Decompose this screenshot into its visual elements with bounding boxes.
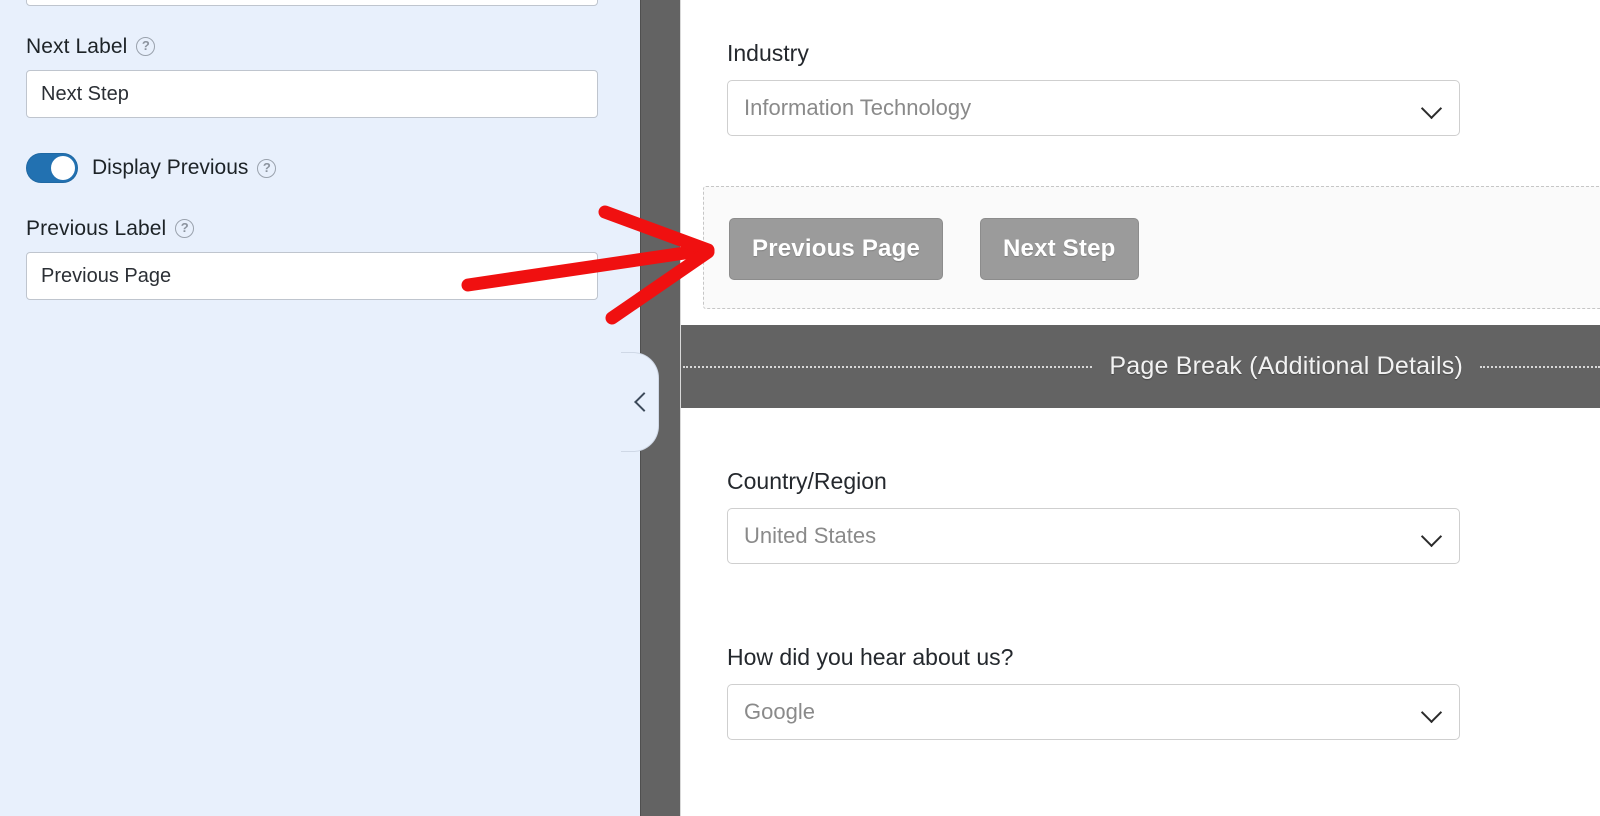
help-circle-icon[interactable]: ? — [136, 37, 156, 57]
next-label-field-group: Next Label ? — [26, 34, 598, 119]
page-break-divider[interactable]: Page Break (Additional Details) — [681, 325, 1600, 408]
help-circle-icon[interactable]: ? — [257, 158, 277, 178]
form-preview-canvas-lower: Country/Region United States How did you… — [681, 408, 1600, 816]
preview-field-industry: Industry Information Technology — [727, 40, 1600, 136]
page-break-label: Page Break (Additional Details) — [1109, 352, 1463, 380]
country-region-select[interactable]: United States — [727, 507, 1460, 564]
referral-source-select-value: Google — [744, 698, 815, 724]
chevron-down-icon — [1420, 97, 1443, 119]
previous-page-button[interactable]: Previous Page — [729, 218, 944, 280]
previous-label-text: Previous Label — [26, 217, 167, 240]
next-label-text: Next Label — [26, 35, 128, 58]
page-nav-button-group: Previous Page Next Step — [703, 186, 1600, 309]
industry-select[interactable]: Information Technology — [727, 79, 1460, 136]
industry-select-value: Information Technology — [744, 94, 972, 120]
chevron-down-icon — [1420, 525, 1443, 547]
display-previous-toggle[interactable] — [26, 153, 78, 183]
page-break-rule-left — [683, 365, 1093, 368]
referral-source-label: How did you hear about us? — [727, 644, 1014, 670]
next-label-label: Next Label ? — [26, 34, 598, 59]
country-region-select-value: United States — [744, 522, 877, 548]
previous-label-input[interactable] — [26, 252, 598, 301]
display-previous-label-text: Display Previous — [92, 156, 249, 179]
chevron-left-icon — [634, 392, 654, 412]
display-previous-label: Display Previous ? — [92, 156, 277, 180]
help-circle-icon[interactable]: ? — [175, 219, 195, 239]
chevron-down-icon — [1420, 701, 1443, 723]
preview-field-country: Country/Region United States — [727, 468, 1600, 564]
partial-input-above[interactable] — [26, 0, 598, 6]
industry-label: Industry — [727, 40, 809, 66]
toggle-knob — [51, 156, 75, 180]
next-step-button[interactable]: Next Step — [980, 218, 1139, 280]
page-break-rule-right — [1480, 365, 1600, 368]
panel-collapse-handle[interactable] — [621, 352, 659, 452]
field-settings-panel: Next Label ? Display Previous ? Previous… — [0, 0, 640, 816]
screenshot-root: Next Label ? Display Previous ? Previous… — [0, 0, 1600, 816]
previous-label-field-group: Previous Label ? — [26, 216, 598, 301]
display-previous-row: Display Previous ? — [26, 153, 277, 183]
previous-label-label: Previous Label ? — [26, 216, 598, 241]
referral-source-select[interactable]: Google — [727, 683, 1460, 740]
country-region-label: Country/Region — [727, 468, 887, 494]
preview-field-referral: How did you hear about us? Google — [727, 644, 1600, 740]
next-label-input[interactable] — [26, 70, 598, 119]
